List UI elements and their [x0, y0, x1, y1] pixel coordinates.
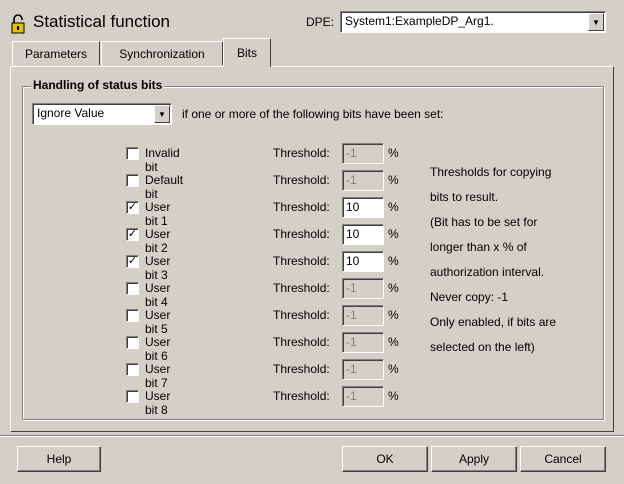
tab-label: Synchronization — [119, 46, 205, 61]
divider — [0, 435, 624, 437]
mode-select[interactable]: Ignore Value ▼ — [32, 103, 172, 125]
mode-value: Ignore Value — [37, 106, 105, 120]
dpe-value: System1:ExampleDP_Arg1. — [345, 14, 494, 28]
percent-unit: % — [388, 308, 399, 322]
bit-label: User bit 4 — [145, 281, 171, 309]
bit-checkbox[interactable]: ✓ — [126, 201, 139, 214]
bit-label: User bit 5 — [145, 308, 171, 336]
threshold-input[interactable]: -1 — [342, 332, 384, 353]
bit-checkbox[interactable] — [126, 174, 139, 187]
threshold-input[interactable]: 10 — [342, 224, 384, 245]
threshold-input[interactable]: -1 — [342, 305, 384, 326]
threshold-label: Threshold: — [273, 173, 330, 187]
threshold-input[interactable]: -1 — [342, 170, 384, 191]
info-line: bits to result. — [430, 190, 499, 204]
chevron-down-icon[interactable]: ▼ — [154, 105, 170, 123]
info-line: Thresholds for copying — [430, 165, 552, 179]
threshold-label: Threshold: — [273, 227, 330, 241]
page-title: Statistical function — [33, 12, 171, 31]
threshold-input[interactable]: -1 — [342, 386, 384, 407]
percent-unit: % — [388, 389, 399, 403]
percent-unit: % — [388, 362, 399, 376]
tab-parameters[interactable]: Parameters — [12, 41, 100, 65]
percent-unit: % — [388, 173, 399, 187]
bit-label: User bit 7 — [145, 362, 171, 390]
info-line: authorization interval. — [430, 265, 545, 279]
bit-label: User bit 6 — [145, 335, 171, 363]
threshold-input[interactable]: -1 — [342, 278, 384, 299]
tab-label: Parameters — [24, 46, 88, 61]
threshold-label: Threshold: — [273, 389, 330, 403]
percent-unit: % — [388, 281, 399, 295]
lock-icon — [10, 14, 26, 37]
apply-label: Apply — [458, 452, 490, 466]
percent-unit: % — [388, 200, 399, 214]
dpe-label: DPE: — [306, 15, 335, 29]
ok-label: OK — [376, 452, 394, 466]
bit-checkbox[interactable]: ✓ — [126, 255, 139, 268]
tab-bits[interactable]: Bits — [223, 38, 271, 67]
percent-unit: % — [388, 227, 399, 241]
info-line: Only enabled, if bits are — [430, 315, 557, 329]
mode-suffix: if one or more of the following bits hav… — [182, 107, 444, 121]
threshold-label: Threshold: — [273, 308, 330, 322]
tab-synchronization[interactable]: Synchronization — [101, 41, 223, 65]
cancel-button[interactable]: Cancel — [520, 446, 606, 472]
threshold-label: Threshold: — [273, 362, 330, 376]
bit-label: User bit 3 — [145, 254, 171, 282]
threshold-label: Threshold: — [273, 254, 330, 268]
info-line: selected on the left) — [430, 340, 535, 354]
bit-checkbox[interactable] — [126, 363, 139, 376]
info-line: Never copy: -1 — [430, 290, 509, 304]
ok-button[interactable]: OK — [342, 446, 428, 472]
dpe-select[interactable]: System1:ExampleDP_Arg1. ▼ — [340, 11, 606, 33]
tab-label: Bits — [236, 46, 257, 60]
bit-label: User bit 2 — [145, 227, 171, 255]
threshold-label: Threshold: — [273, 281, 330, 295]
help-label: Help — [46, 452, 72, 466]
bit-checkbox[interactable] — [126, 390, 139, 403]
bit-label: User bit 8 — [145, 389, 171, 417]
info-line: longer than x % of — [430, 240, 527, 254]
bit-label: Invalid bit — [145, 146, 180, 174]
percent-unit: % — [388, 335, 399, 349]
threshold-input[interactable]: 10 — [342, 197, 384, 218]
threshold-label: Threshold: — [273, 335, 330, 349]
cancel-label: Cancel — [544, 452, 582, 466]
info-line: (Bit has to be set for — [430, 215, 538, 229]
bit-checkbox[interactable] — [126, 309, 139, 322]
bit-label: Default bit — [145, 173, 184, 201]
help-button[interactable]: Help — [17, 446, 101, 472]
bit-checkbox[interactable]: ✓ — [126, 228, 139, 241]
chevron-down-icon[interactable]: ▼ — [588, 13, 604, 31]
bit-checkbox[interactable] — [126, 282, 139, 295]
apply-button[interactable]: Apply — [431, 446, 517, 472]
group-title: Handling of status bits — [31, 78, 165, 92]
threshold-input[interactable]: 10 — [342, 251, 384, 272]
bit-checkbox[interactable] — [126, 147, 139, 160]
bit-checkbox[interactable] — [126, 336, 139, 349]
percent-unit: % — [388, 146, 399, 160]
threshold-label: Threshold: — [273, 200, 330, 214]
threshold-input[interactable]: -1 — [342, 143, 384, 164]
threshold-input[interactable]: -1 — [342, 359, 384, 380]
bit-label: User bit 1 — [145, 200, 171, 228]
threshold-label: Threshold: — [273, 146, 330, 160]
percent-unit: % — [388, 254, 399, 268]
